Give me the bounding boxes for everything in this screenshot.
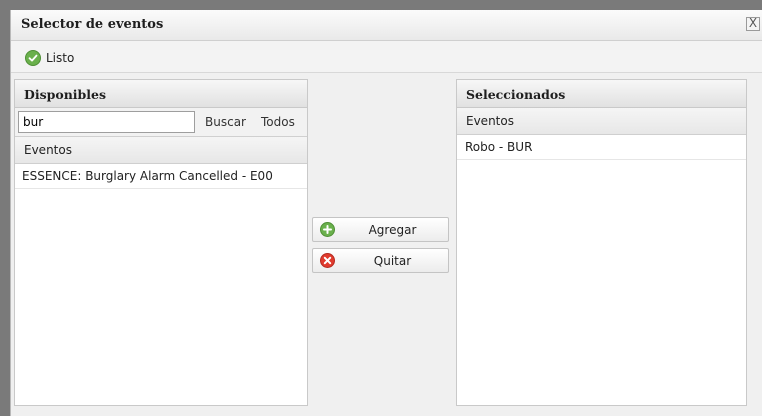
done-label: Listo xyxy=(46,50,75,65)
search-row: Buscar Todos xyxy=(15,108,307,137)
add-label: Agregar xyxy=(368,223,417,237)
check-circle-icon xyxy=(25,49,41,66)
selected-title: Seleccionados xyxy=(457,80,746,108)
selected-column-header: Eventos xyxy=(457,108,746,135)
close-icon: X xyxy=(748,16,758,30)
plus-circle-icon xyxy=(320,222,335,237)
list-item[interactable]: Robo - BUR xyxy=(457,135,746,160)
dialog-toolbar: Listo xyxy=(11,41,762,73)
done-button[interactable]: Listo xyxy=(25,49,74,66)
list-item[interactable]: ESSENCE: Burglary Alarm Cancelled - E00 xyxy=(15,164,307,189)
selected-panel: Seleccionados Eventos Robo - BUR xyxy=(456,79,747,406)
all-button[interactable]: Todos xyxy=(261,115,295,129)
close-button[interactable]: X xyxy=(746,17,760,31)
remove-button[interactable]: Quitar xyxy=(312,248,449,273)
remove-label: Quitar xyxy=(373,254,412,268)
available-title: Disponibles xyxy=(15,80,307,108)
dialog-titlebar: Selector de eventos X xyxy=(11,10,762,41)
available-panel: Disponibles Buscar Todos Eventos ESSENCE… xyxy=(14,79,308,406)
search-button[interactable]: Buscar xyxy=(205,115,246,129)
search-input[interactable] xyxy=(18,111,195,133)
add-button[interactable]: Agregar xyxy=(312,217,449,242)
available-column-header: Eventos xyxy=(15,137,307,164)
dialog-title: Selector de eventos xyxy=(21,17,164,32)
x-circle-icon xyxy=(320,253,335,268)
